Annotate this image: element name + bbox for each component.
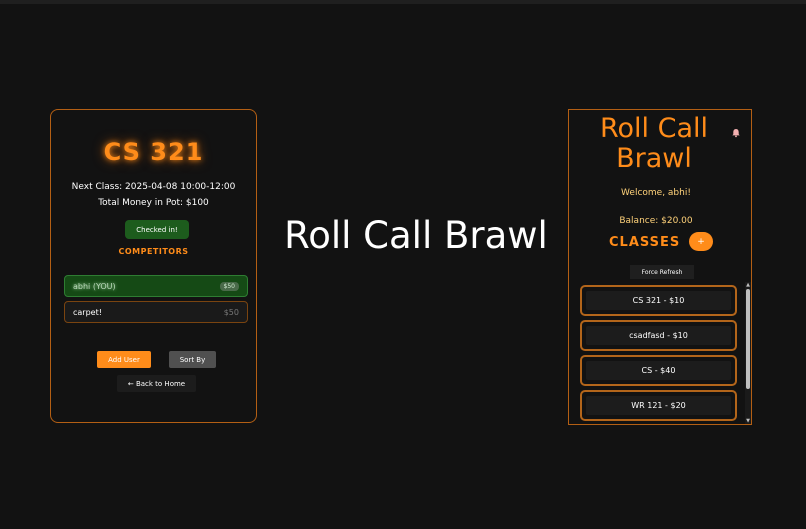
page-title: Roll Call Brawl bbox=[284, 214, 548, 257]
add-class-button[interactable]: + bbox=[689, 232, 713, 251]
classes-heading: CLASSES bbox=[609, 235, 681, 250]
app-title-line-1: Roll Call bbox=[599, 113, 709, 144]
class-list-item[interactable]: csadfasd - $10 bbox=[580, 320, 737, 351]
competitor-amount: $50 bbox=[219, 281, 239, 291]
class-item-label: WR 121 - $20 bbox=[586, 396, 731, 415]
next-class-text: Next Class: 2025-04-08 10:00-12:00 bbox=[71, 182, 236, 192]
scroll-down-arrow-icon[interactable]: ▼ bbox=[745, 418, 751, 424]
balance-text: Balance: $20.00 bbox=[619, 216, 693, 226]
class-list-scrollbar[interactable]: ▲ ▼ bbox=[745, 282, 751, 424]
competitor-name: abhi (YOU) bbox=[73, 281, 116, 291]
force-refresh-button[interactable]: Force Refresh bbox=[630, 265, 694, 279]
pot-total-text: Total Money in Pot: $100 bbox=[98, 198, 209, 208]
sort-by-button[interactable]: Sort By bbox=[169, 351, 216, 368]
competitor-amount: $50 bbox=[223, 307, 239, 317]
bell-icon[interactable] bbox=[731, 128, 741, 138]
app-title: Roll Call Brawl bbox=[569, 114, 739, 174]
top-bar bbox=[0, 0, 806, 4]
competitor-row: carpet! $50 bbox=[64, 301, 248, 323]
scrollbar-thumb[interactable] bbox=[746, 289, 750, 389]
competitor-row-self: abhi (YOU) $50 bbox=[64, 275, 248, 297]
scroll-up-arrow-icon[interactable]: ▲ bbox=[745, 282, 751, 288]
class-detail-card: CS 321 Next Class: 2025-04-08 10:00-12:0… bbox=[50, 109, 257, 423]
class-item-label: csadfasd - $10 bbox=[586, 326, 731, 345]
course-title: CS 321 bbox=[103, 138, 204, 166]
class-item-label: CS - $40 bbox=[586, 361, 731, 380]
classes-panel: Roll Call Brawl Welcome, abhi! Balance: … bbox=[568, 109, 752, 425]
welcome-text: Welcome, abhi! bbox=[621, 188, 691, 198]
back-to-home-button[interactable]: ← Back to Home bbox=[117, 375, 196, 392]
add-user-button[interactable]: Add User bbox=[97, 351, 151, 368]
checked-in-button[interactable]: Checked in! bbox=[125, 220, 189, 239]
class-list-item[interactable]: WR 121 - $20 bbox=[580, 390, 737, 421]
competitor-name: carpet! bbox=[73, 307, 102, 317]
class-list-item[interactable]: CS 321 - $10 bbox=[580, 285, 737, 316]
class-list-item[interactable]: CS - $40 bbox=[580, 355, 737, 386]
class-item-label: CS 321 - $10 bbox=[586, 291, 731, 310]
app-title-line-2: Brawl bbox=[616, 143, 692, 174]
competitors-heading: COMPETITORS bbox=[118, 247, 189, 256]
